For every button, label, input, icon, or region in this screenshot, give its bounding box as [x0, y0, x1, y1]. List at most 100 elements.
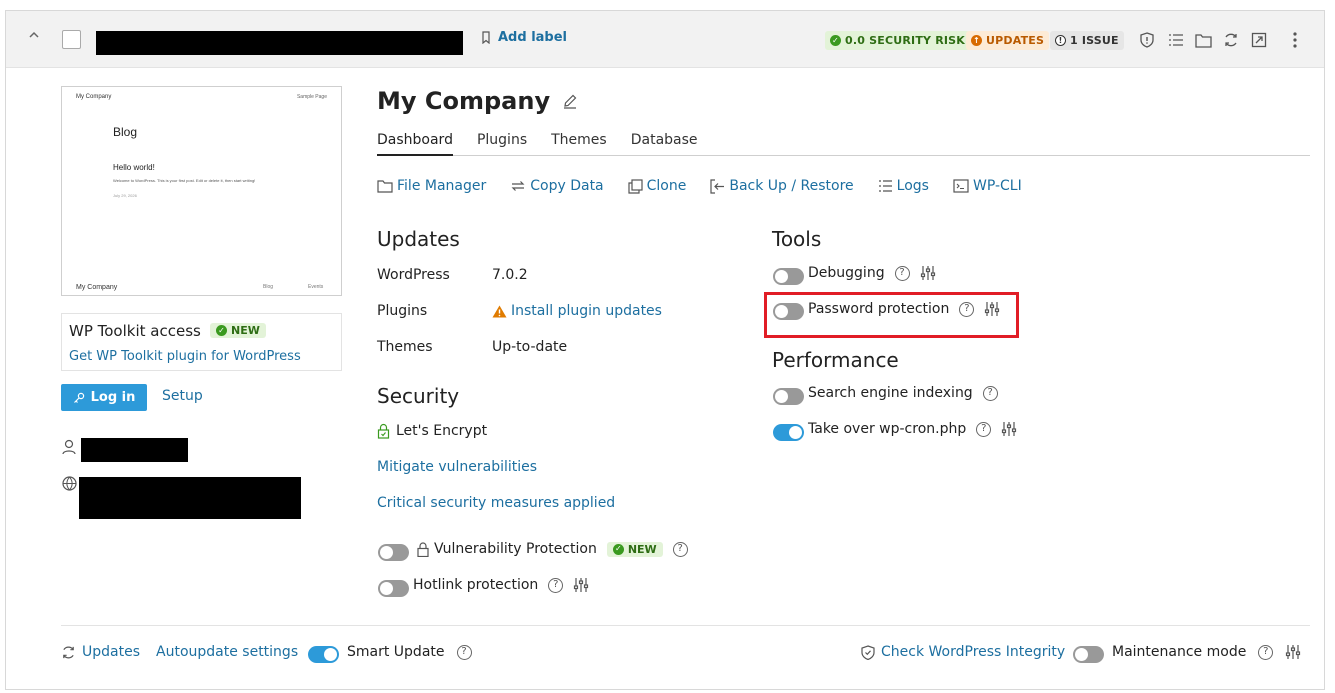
help-icon[interactable]: ?: [894, 265, 910, 281]
settings-sliders-icon[interactable]: [1285, 644, 1301, 660]
wp-cli-link[interactable]: WP-CLI: [953, 178, 1022, 194]
folder-icon[interactable]: [1194, 31, 1212, 49]
get-toolkit-plugin-link[interactable]: Get WP Toolkit plugin for WordPress: [69, 349, 301, 364]
wp-cli-label: WP-CLI: [972, 178, 1022, 194]
key-icon: [73, 392, 84, 403]
collapse-chevron-icon[interactable]: [26, 29, 42, 45]
autoupdate-settings-link[interactable]: Autoupdate settings: [156, 644, 298, 660]
more-options-icon[interactable]: [1286, 31, 1304, 49]
hotlink-protection-toggle[interactable]: [378, 580, 409, 597]
back-up-restore-link[interactable]: Back Up / Restore: [710, 178, 854, 194]
tab-database[interactable]: Database: [631, 129, 698, 156]
backup-icon: [710, 178, 725, 194]
site-title: My Company: [377, 87, 578, 115]
sync-icon: [63, 646, 74, 658]
lock-icon: [417, 541, 429, 557]
site-preview-thumbnail[interactable]: My Company Sample Page Blog Hello world!…: [61, 86, 342, 296]
copy-data-icon: [511, 181, 525, 191]
tab-themes[interactable]: Themes: [551, 129, 607, 156]
vulnerability-protection-toggle[interactable]: [378, 544, 409, 561]
settings-sliders-icon[interactable]: [984, 301, 1000, 317]
open-external-icon[interactable]: [1250, 31, 1268, 49]
folder-icon: [377, 180, 393, 193]
security-risk-badge[interactable]: ✓ 0.0 SECURITY RISK: [825, 31, 971, 50]
logs-label: Logs: [896, 178, 929, 194]
hotlink-protection-option: Hotlink protection ?: [413, 577, 589, 593]
new-badge-text: NEW: [231, 324, 260, 337]
globe-icon: [62, 476, 77, 495]
help-icon[interactable]: ?: [672, 541, 688, 557]
clone-icon: [628, 178, 643, 194]
tab-dashboard[interactable]: Dashboard: [377, 129, 453, 156]
quick-actions: File Manager Copy Data Clone Back Up / R…: [377, 178, 1022, 194]
shield-icon[interactable]: [1138, 31, 1156, 49]
add-label-text: Add label: [498, 30, 568, 45]
thumb-post-date: July 29, 2026: [113, 193, 137, 198]
footer-updates-link[interactable]: Updates: [61, 644, 140, 660]
lock-icon: [377, 423, 390, 439]
check-icon: ✓: [830, 35, 841, 46]
help-icon[interactable]: ?: [959, 301, 975, 317]
maintenance-mode-toggle[interactable]: [1073, 646, 1104, 663]
help-icon[interactable]: ?: [548, 577, 564, 593]
check-wordpress-integrity-link[interactable]: Check WordPress Integrity: [861, 644, 1065, 660]
issue-text: 1 ISSUE: [1070, 34, 1119, 47]
site-title-text: My Company: [377, 87, 551, 115]
file-manager-link[interactable]: File Manager: [377, 178, 486, 194]
thumb-footer-events: Events: [308, 284, 324, 290]
smart-update-toggle[interactable]: [308, 646, 339, 663]
issue-badge[interactable]: ! 1 ISSUE: [1050, 31, 1124, 50]
critical-security-measures-link[interactable]: Critical security measures applied: [377, 495, 615, 511]
help-icon[interactable]: ?: [982, 385, 998, 401]
new-badge: ✓ NEW: [210, 323, 266, 338]
log-in-button[interactable]: Log in: [61, 384, 147, 411]
site-card: Add label ✓ 0.0 SECURITY RISK ↑ UPDATES …: [5, 10, 1325, 690]
tab-plugins[interactable]: Plugins: [477, 129, 527, 156]
sync-icon[interactable]: [1222, 31, 1240, 49]
take-over-wp-cron-toggle[interactable]: [773, 424, 804, 441]
tools-heading: Tools: [772, 227, 822, 251]
mitigate-vulnerabilities-link[interactable]: Mitigate vulnerabilities: [377, 459, 537, 475]
hotlink-protection-label: Hotlink protection: [413, 577, 539, 593]
check-icon: ✓: [216, 325, 227, 336]
wordpress-version: 7.0.2: [492, 267, 528, 283]
vulnerability-protection-label: Vulnerability Protection: [434, 541, 597, 557]
add-label-link[interactable]: Add label: [480, 30, 567, 45]
thumb-footer-name: My Company: [76, 284, 118, 291]
help-icon[interactable]: ?: [976, 421, 992, 437]
footer-updates-label: Updates: [82, 644, 140, 660]
clone-link[interactable]: Clone: [628, 178, 686, 194]
smart-update-label: Smart Update: [347, 644, 445, 660]
themes-status: Up-to-date: [492, 339, 568, 355]
settings-sliders-icon[interactable]: [920, 265, 936, 281]
updates-heading: Updates: [377, 227, 460, 251]
thumb-post-excerpt: Welcome to WordPress. This is your first…: [113, 178, 256, 183]
redacted-url: [79, 477, 301, 519]
help-icon[interactable]: ?: [456, 644, 472, 660]
file-manager-label: File Manager: [397, 178, 487, 194]
site-card-header: Add label ✓ 0.0 SECURITY RISK ↑ UPDATES …: [6, 11, 1324, 68]
wordpress-label: WordPress: [377, 267, 450, 283]
select-checkbox[interactable]: [62, 30, 81, 49]
copy-data-link[interactable]: Copy Data: [510, 178, 604, 194]
help-icon[interactable]: ?: [1258, 644, 1274, 660]
search-engine-indexing-label: Search engine indexing: [808, 385, 973, 401]
settings-sliders-icon[interactable]: [573, 577, 589, 593]
new-badge: ✓ NEW: [606, 541, 663, 557]
take-over-wp-cron-option: Take over wp-cron.php ?: [808, 421, 1017, 437]
search-engine-indexing-toggle[interactable]: [773, 388, 804, 405]
install-plugin-updates-text: Install plugin updates: [511, 303, 662, 319]
list-icon[interactable]: [1167, 31, 1185, 49]
themes-label: Themes: [377, 339, 433, 355]
password-protection-toggle[interactable]: [773, 303, 804, 320]
smart-update-option: Smart Update ?: [347, 644, 472, 660]
logs-link[interactable]: Logs: [878, 178, 929, 194]
updates-badge[interactable]: ↑ UPDATES: [966, 31, 1050, 50]
debugging-toggle[interactable]: [773, 268, 804, 285]
install-plugin-updates-link[interactable]: Install plugin updates: [492, 303, 662, 319]
setup-link[interactable]: Setup: [162, 388, 203, 404]
settings-sliders-icon[interactable]: [1001, 421, 1017, 437]
thumb-post-title: Hello world!: [113, 163, 155, 172]
user-icon: [62, 439, 76, 459]
pencil-icon[interactable]: [562, 93, 578, 109]
